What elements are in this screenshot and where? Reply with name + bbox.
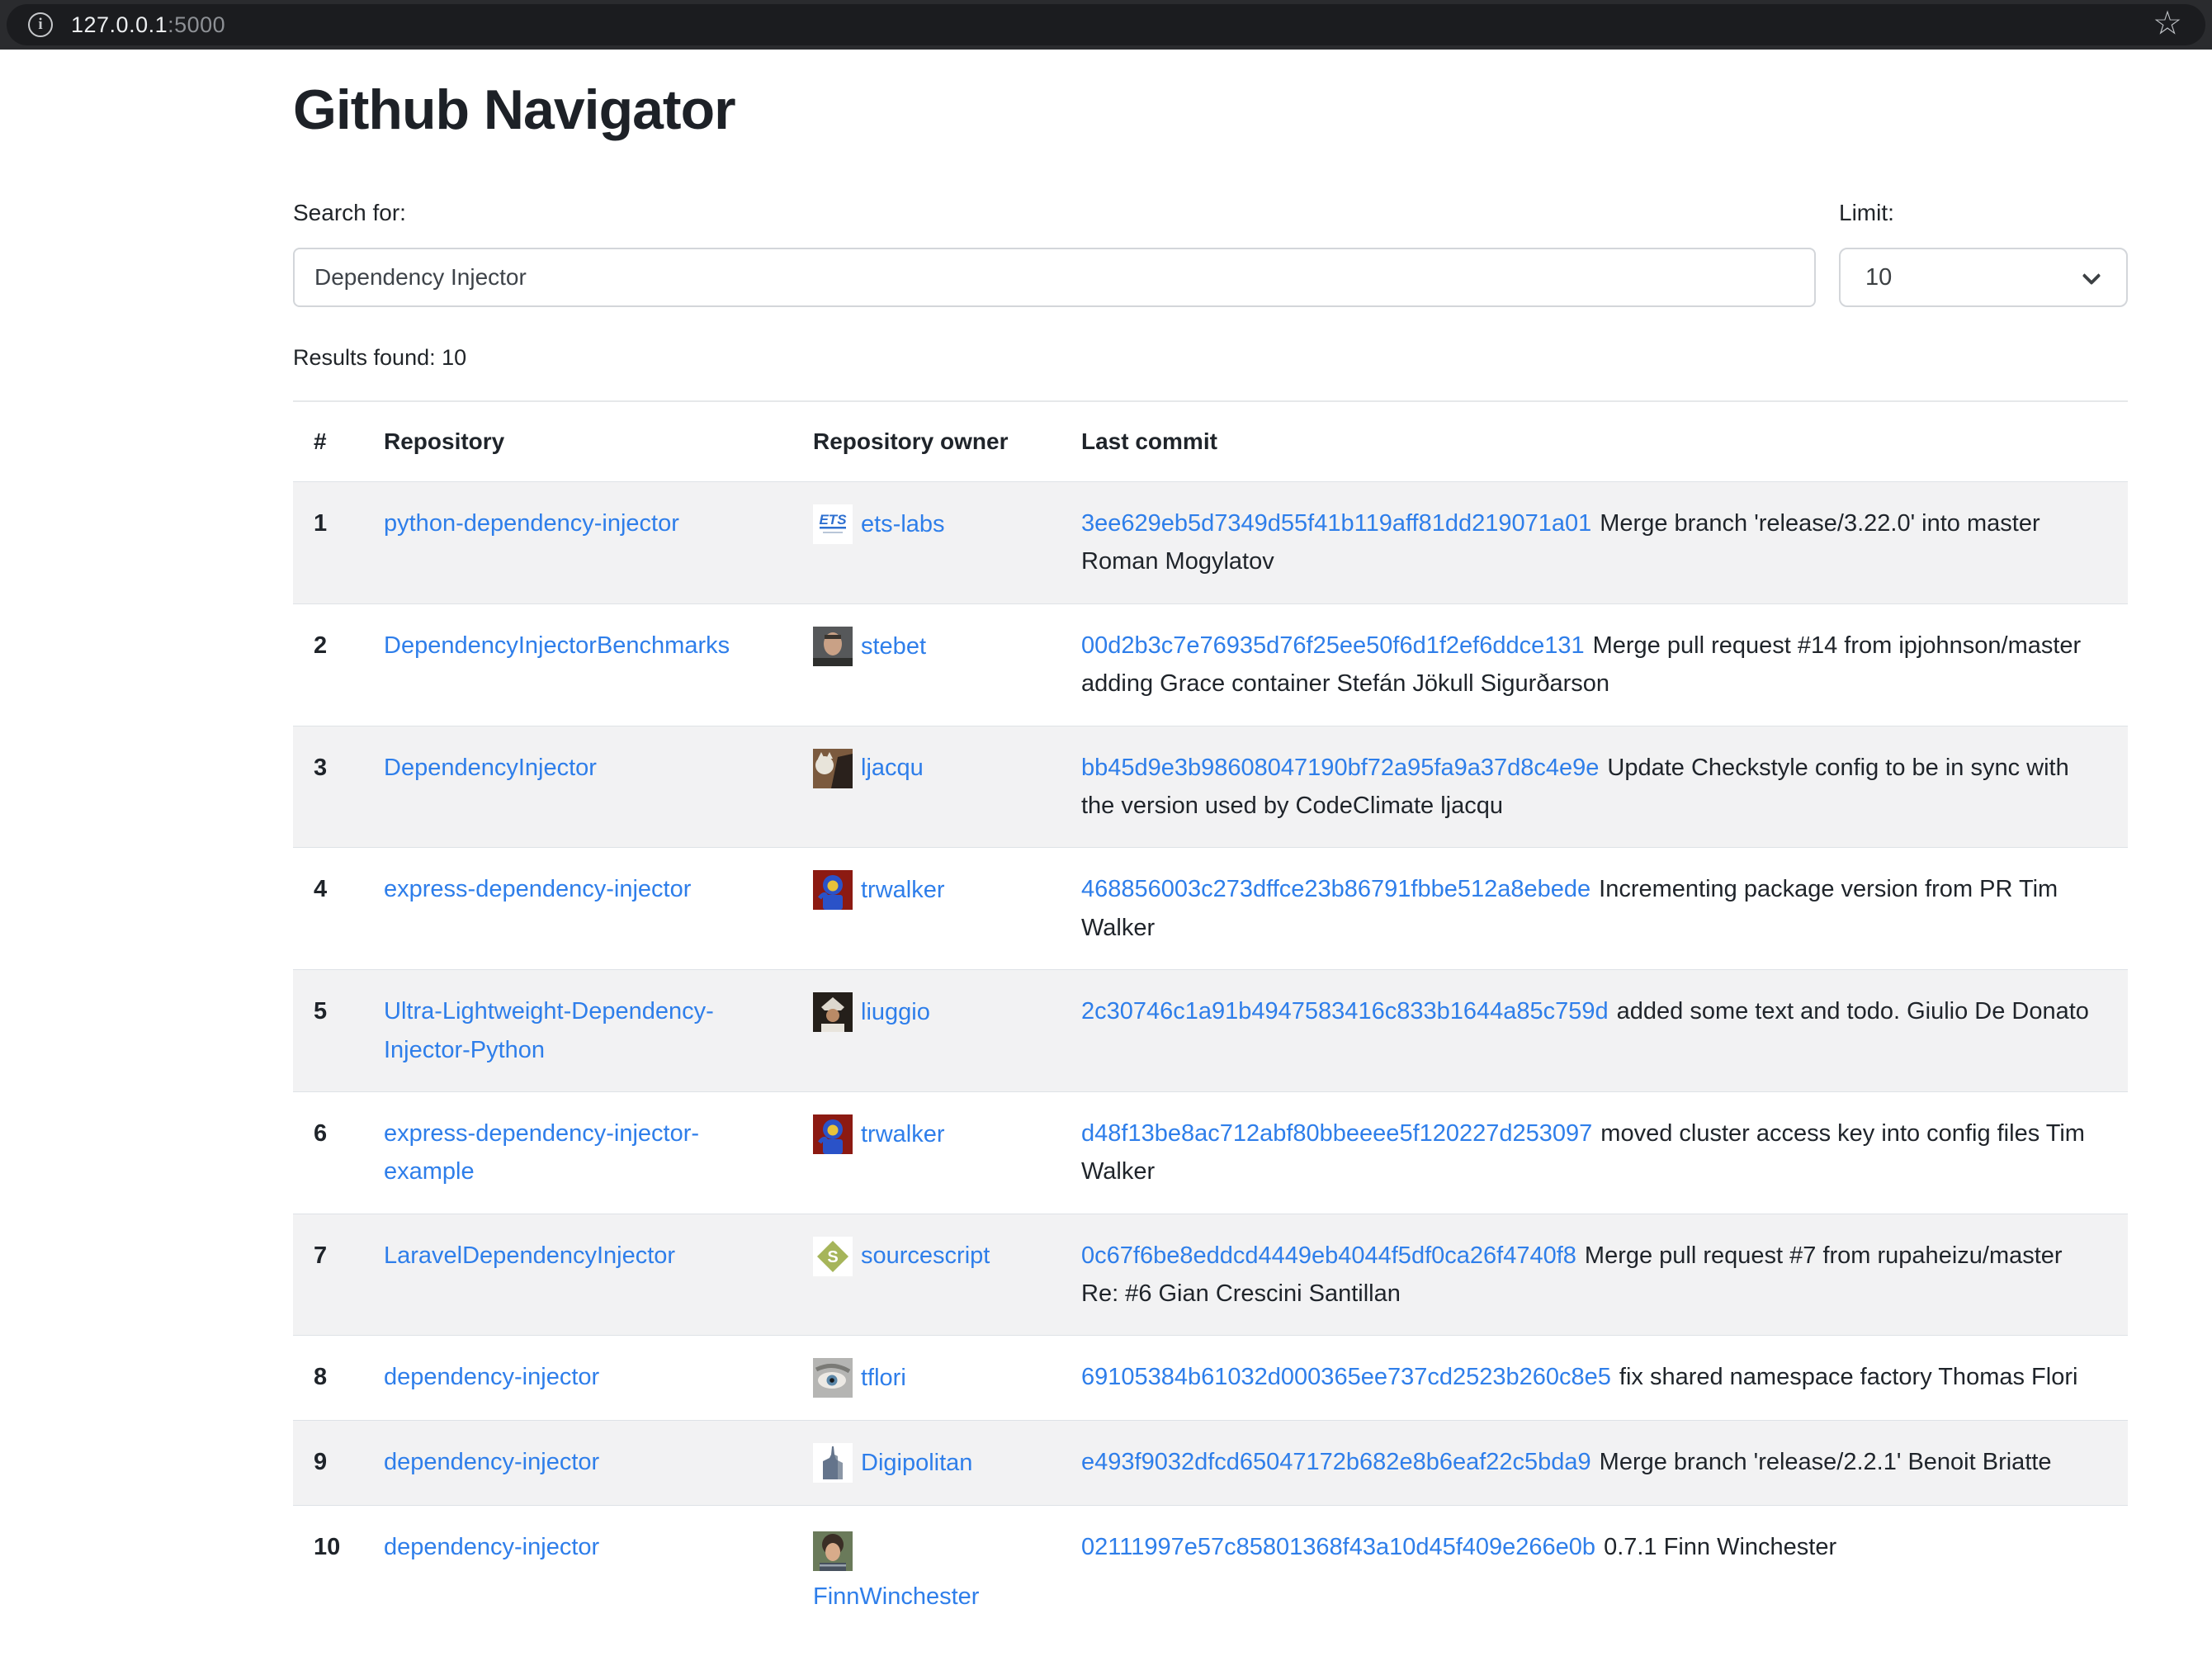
table-header-row: # Repository Repository owner Last commi… (293, 402, 2128, 482)
limit-label: Limit: (1839, 200, 2128, 226)
commit-hash-link[interactable]: 00d2b3c7e76935d76f25ee50f6d1f2ef6ddce131 (1081, 632, 1585, 659)
owner-link[interactable]: trwalker (861, 1115, 945, 1153)
table-row: 4 express-dependency-injector trwalker 4… (293, 848, 2128, 970)
avatar-trwalker-lego-photo-icon (813, 870, 853, 910)
row-number: 8 (293, 1336, 384, 1421)
avatar-liuggio-photo-icon (813, 992, 853, 1032)
search-group: Search for: (293, 200, 1816, 307)
search-controls: Search for: Limit: 10 (293, 200, 2128, 307)
commit-hash-link[interactable]: 0c67f6be8eddcd4449eb4044f5df0ca26f4740f8 (1081, 1242, 1576, 1269)
commit-message: 0.7.1 Finn Winchester (1604, 1534, 1836, 1560)
table-row: 2 DependencyInjectorBenchmarks stebet 00… (293, 603, 2128, 726)
avatar-sourcescript-logo-icon: S (813, 1237, 853, 1276)
repository-link[interactable]: DependencyInjectorBenchmarks (384, 632, 730, 659)
row-number: 5 (293, 970, 384, 1092)
table-row: 6 express-dependency-injector-example tr… (293, 1091, 2128, 1214)
url-port: :5000 (168, 12, 225, 37)
row-number: 2 (293, 603, 384, 726)
column-header-num: # (293, 402, 384, 482)
svg-text:S: S (827, 1248, 838, 1266)
commit-message: Merge branch 'release/2.2.1' Benoit Bria… (1600, 1449, 2052, 1475)
table-row: 10 dependency-injector FinnWinchester 02… (293, 1506, 2128, 1639)
address-bar[interactable]: i 127.0.0.1:5000 ☆ (7, 4, 2205, 45)
avatar-tflori-eye-photo-icon (813, 1358, 853, 1398)
svg-text:ETS: ETS (819, 512, 847, 528)
url-host: 127.0.0.1 (71, 12, 168, 37)
owner-link[interactable]: FinnWinchester (813, 1583, 979, 1610)
commit-hash-link[interactable]: 468856003c273dffce23b86791fbbe512a8ebede (1081, 876, 1590, 902)
avatar-trwalker-lego-photo-icon (813, 1114, 853, 1154)
commit-message: fix shared namespace factory Thomas Flor… (1619, 1364, 2078, 1390)
avatar-finnwinchester-photo-icon (813, 1531, 853, 1571)
avatar-ljacqu-cat-photo-icon (813, 749, 853, 788)
table-row: 3 DependencyInjector ljacqu bb45d9e3b986… (293, 726, 2128, 848)
repository-link[interactable]: LaravelDependencyInjector (384, 1242, 675, 1269)
row-number: 9 (293, 1421, 384, 1506)
table-row: 9 dependency-injector Digipolitan e493f9… (293, 1421, 2128, 1506)
owner-link[interactable]: liuggio (861, 993, 930, 1031)
repository-link[interactable]: dependency-injector (384, 1534, 599, 1560)
column-header-repository: Repository (384, 402, 813, 482)
repositories-table: # Repository Repository owner Last commi… (293, 402, 2128, 1639)
url-text: 127.0.0.1:5000 (71, 12, 225, 38)
results-summary: Results found: 10 (293, 345, 2128, 371)
column-header-last-commit: Last commit (1081, 402, 2128, 482)
owner-link[interactable]: trwalker (861, 871, 945, 909)
repository-link[interactable]: express-dependency-injector (384, 876, 691, 902)
repository-link[interactable]: DependencyInjector (384, 755, 597, 781)
repository-link[interactable]: dependency-injector (384, 1449, 599, 1475)
row-number: 6 (293, 1091, 384, 1214)
page-content: Github Navigator Search for: Limit: 10 R… (0, 50, 2212, 1639)
repository-link[interactable]: python-dependency-injector (384, 510, 679, 537)
commit-hash-link[interactable]: 2c30746c1a91b4947583416c833b1644a85c759d (1081, 998, 1609, 1025)
site-info-icon[interactable]: i (28, 12, 53, 37)
limit-group: Limit: 10 (1839, 200, 2128, 307)
row-number: 7 (293, 1214, 384, 1336)
owner-link[interactable]: tflori (861, 1359, 906, 1397)
commit-message: added some text and todo. Giulio De Dona… (1617, 998, 2089, 1025)
row-number: 1 (293, 482, 384, 604)
repository-link[interactable]: Ultra-Lightweight-Dependency-Injector-Py… (384, 998, 714, 1062)
avatar-ets-labs-logo-icon: ETS (813, 504, 853, 544)
avatar-stebet-photo-icon (813, 627, 853, 666)
bookmark-star-icon[interactable]: ☆ (2153, 7, 2182, 40)
browser-toolbar: i 127.0.0.1:5000 ☆ (0, 0, 2212, 50)
table-row: 7 LaravelDependencyInjector S sourcescri… (293, 1214, 2128, 1336)
search-label: Search for: (293, 200, 1816, 226)
page-title: Github Navigator (293, 78, 2128, 142)
search-input[interactable] (293, 248, 1816, 307)
owner-link[interactable]: Digipolitan (861, 1444, 972, 1482)
row-number: 3 (293, 726, 384, 848)
limit-select[interactable]: 10 (1839, 248, 2128, 307)
commit-hash-link[interactable]: 02111997e57c85801368f43a10d45f409e266e0b (1081, 1534, 1595, 1560)
commit-hash-link[interactable]: 69105384b61032d000365ee737cd2523b260c8e5 (1081, 1364, 1611, 1390)
table-row: 5 Ultra-Lightweight-Dependency-Injector-… (293, 970, 2128, 1092)
chevron-down-icon (2082, 267, 2101, 286)
row-number: 10 (293, 1506, 384, 1639)
row-number: 4 (293, 848, 384, 970)
owner-link[interactable]: ljacqu (861, 749, 924, 787)
column-header-owner: Repository owner (813, 402, 1081, 482)
table-row: 1 python-dependency-injector ETS ets-lab… (293, 482, 2128, 604)
commit-hash-link[interactable]: 3ee629eb5d7349d55f41b119aff81dd219071a01 (1081, 510, 1591, 537)
owner-link[interactable]: sourcescript (861, 1237, 990, 1275)
commit-hash-link[interactable]: e493f9032dfcd65047172b682e8b6eaf22c5bda9 (1081, 1449, 1591, 1475)
limit-selected-value: 10 (1865, 264, 1892, 291)
owner-link[interactable]: stebet (861, 627, 926, 665)
commit-hash-link[interactable]: d48f13be8ac712abf80bbeeee5f120227d253097 (1081, 1120, 1592, 1147)
avatar-digipolitan-building-logo-icon (813, 1443, 853, 1483)
repository-link[interactable]: express-dependency-injector-example (384, 1120, 699, 1185)
table-row: 8 dependency-injector tflori 69105384b61… (293, 1336, 2128, 1421)
commit-hash-link[interactable]: bb45d9e3b98608047190bf72a95fa9a37d8c4e9e (1081, 755, 1599, 781)
owner-link[interactable]: ets-labs (861, 505, 945, 543)
repository-link[interactable]: dependency-injector (384, 1364, 599, 1390)
